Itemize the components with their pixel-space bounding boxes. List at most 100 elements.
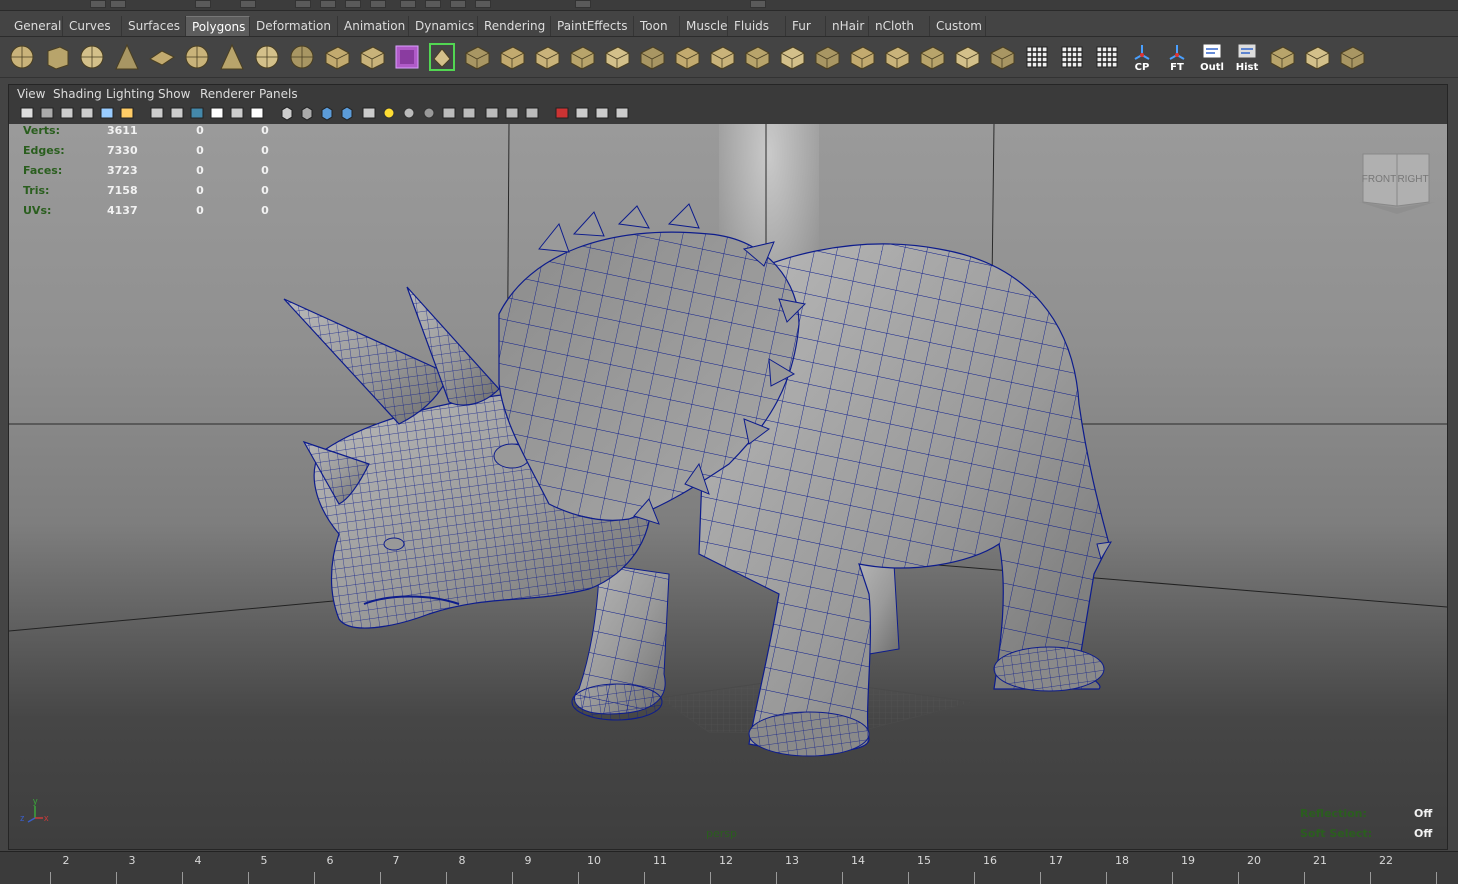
panel-menu-view[interactable]: View <box>17 86 45 102</box>
xray-icon[interactable] <box>484 105 500 121</box>
history-icon[interactable]: Hist <box>1232 41 1262 73</box>
tab-animation[interactable]: Animation <box>338 16 409 36</box>
panel-menu-renderer[interactable]: Renderer <box>200 86 255 102</box>
mini-button[interactable] <box>110 0 126 8</box>
merge-vertices-icon[interactable] <box>672 41 702 73</box>
bookmark-icon[interactable] <box>59 105 75 121</box>
poly-sphere-icon[interactable] <box>7 41 37 73</box>
resolution-gate-icon[interactable] <box>189 105 205 121</box>
xray-components-icon[interactable] <box>524 105 540 121</box>
select-camera-icon[interactable] <box>19 105 35 121</box>
poly-torus-icon[interactable] <box>182 41 212 73</box>
mini-button[interactable] <box>240 0 256 8</box>
tab-muscle[interactable]: Muscle <box>680 16 728 36</box>
camera-attributes-icon[interactable] <box>39 105 55 121</box>
tab-fur[interactable]: Fur <box>786 16 826 36</box>
image-plane-icon[interactable] <box>79 105 95 121</box>
tab-custom[interactable]: Custom <box>930 16 986 36</box>
tab-surfaces[interactable]: Surfaces <box>122 16 186 36</box>
mini-button[interactable] <box>345 0 361 8</box>
mini-button[interactable] <box>425 0 441 8</box>
mini-button[interactable] <box>400 0 416 8</box>
tab-nhair[interactable]: nHair <box>826 16 869 36</box>
safe-action-icon[interactable] <box>249 105 265 121</box>
uv-snapshot-icon[interactable] <box>1022 41 1052 73</box>
view-cube[interactable]: FRONT RIGHT <box>1359 153 1435 214</box>
tab-polygons[interactable]: Polygons <box>186 16 250 36</box>
camera-attributes-icon[interactable] <box>574 105 590 121</box>
poly-cylinder-icon[interactable] <box>77 41 107 73</box>
viewcube-front-label[interactable]: FRONT <box>1362 174 1396 185</box>
tab-ncloth[interactable]: nCloth <box>869 16 930 36</box>
append-polygon-icon[interactable] <box>567 41 597 73</box>
checker-icon[interactable] <box>1092 41 1122 73</box>
panel-menu-panels[interactable]: Panels <box>259 86 298 102</box>
shadows-icon[interactable] <box>381 105 397 121</box>
bridge-icon[interactable] <box>462 41 492 73</box>
isolate-select-icon[interactable] <box>461 105 477 121</box>
tab-general[interactable]: General <box>8 16 63 36</box>
poke-face-icon[interactable] <box>777 41 807 73</box>
motion-blur-icon[interactable] <box>421 105 437 121</box>
perspective-viewport[interactable]: FRONT RIGHT y x z Verts: 3611 0 0 Edges: 7330… <box>9 124 1447 849</box>
checker-map-icon[interactable] <box>987 41 1017 73</box>
panel-menu-shading[interactable]: Shading <box>53 86 102 102</box>
tab-deformation[interactable]: Deformation <box>250 16 338 36</box>
time-slider[interactable]: 2 3 4 5 6 7 8 9 10 11 12 13 14 15 16 17 18 19 20 21 22 <box>0 851 1458 884</box>
grid-icon[interactable] <box>1337 41 1367 73</box>
fill-hole-icon[interactable] <box>707 41 737 73</box>
viewcube-right-label[interactable]: RIGHT <box>1397 174 1428 185</box>
outliner-icon[interactable]: Outl <box>1197 41 1227 73</box>
mini-button[interactable] <box>575 0 591 8</box>
textured-icon[interactable] <box>339 105 355 121</box>
tab-rendering[interactable]: Rendering <box>478 16 551 36</box>
mini-button[interactable] <box>370 0 386 8</box>
mini-button[interactable] <box>450 0 466 8</box>
layout-icon[interactable] <box>1267 41 1297 73</box>
bevel-icon[interactable] <box>602 41 632 73</box>
render-settings-icon[interactable] <box>1302 41 1332 73</box>
mini-button[interactable] <box>320 0 336 8</box>
tab-dynamics[interactable]: Dynamics <box>409 16 478 36</box>
panel-menu-show[interactable]: Show <box>158 86 190 102</box>
ft-icon[interactable]: FT <box>1162 41 1192 73</box>
film-gate-icon[interactable] <box>169 105 185 121</box>
wireframe-icon[interactable] <box>279 105 295 121</box>
cp-icon[interactable]: CP <box>1127 41 1157 73</box>
duplicate-face-icon[interactable] <box>812 41 842 73</box>
bookmark-icon[interactable] <box>594 105 610 121</box>
cylindrical-map-icon[interactable] <box>917 41 947 73</box>
tab-painteffects[interactable]: PaintEffects <box>551 16 634 36</box>
mini-button[interactable] <box>750 0 766 8</box>
mini-button[interactable] <box>475 0 491 8</box>
xray-joints-icon[interactable] <box>504 105 520 121</box>
select-faces-icon[interactable] <box>497 41 527 73</box>
separate-icon[interactable] <box>392 41 422 73</box>
use-lights-icon[interactable] <box>361 105 377 121</box>
split-edge-icon[interactable] <box>742 41 772 73</box>
ao-icon[interactable] <box>401 105 417 121</box>
planar-map-icon[interactable] <box>882 41 912 73</box>
image-plane-icon[interactable] <box>614 105 630 121</box>
grease-pencil-icon[interactable] <box>119 105 135 121</box>
tab-toon[interactable]: Toon <box>634 16 680 36</box>
wedge-face-icon[interactable] <box>637 41 667 73</box>
mini-button[interactable] <box>195 0 211 8</box>
poly-soccerball-icon[interactable] <box>287 41 317 73</box>
poly-cube-icon[interactable] <box>42 41 72 73</box>
combine-icon[interactable] <box>357 41 387 73</box>
gate-mask-icon[interactable] <box>209 105 225 121</box>
extrude-icon[interactable] <box>532 41 562 73</box>
select-camera-icon[interactable] <box>554 105 570 121</box>
panel-menu-lighting[interactable]: Lighting <box>106 86 155 102</box>
mini-button[interactable] <box>90 0 106 8</box>
uv-pin-icon[interactable] <box>952 41 982 73</box>
mini-button[interactable] <box>295 0 311 8</box>
two-d-pan-icon[interactable] <box>99 105 115 121</box>
automatic-map-icon[interactable] <box>1057 41 1087 73</box>
poly-plane-icon[interactable] <box>147 41 177 73</box>
smooth-shade-icon[interactable] <box>299 105 315 121</box>
tab-curves[interactable]: Curves <box>63 16 122 36</box>
field-chart-icon[interactable] <box>229 105 245 121</box>
grid-toggle-icon[interactable] <box>149 105 165 121</box>
